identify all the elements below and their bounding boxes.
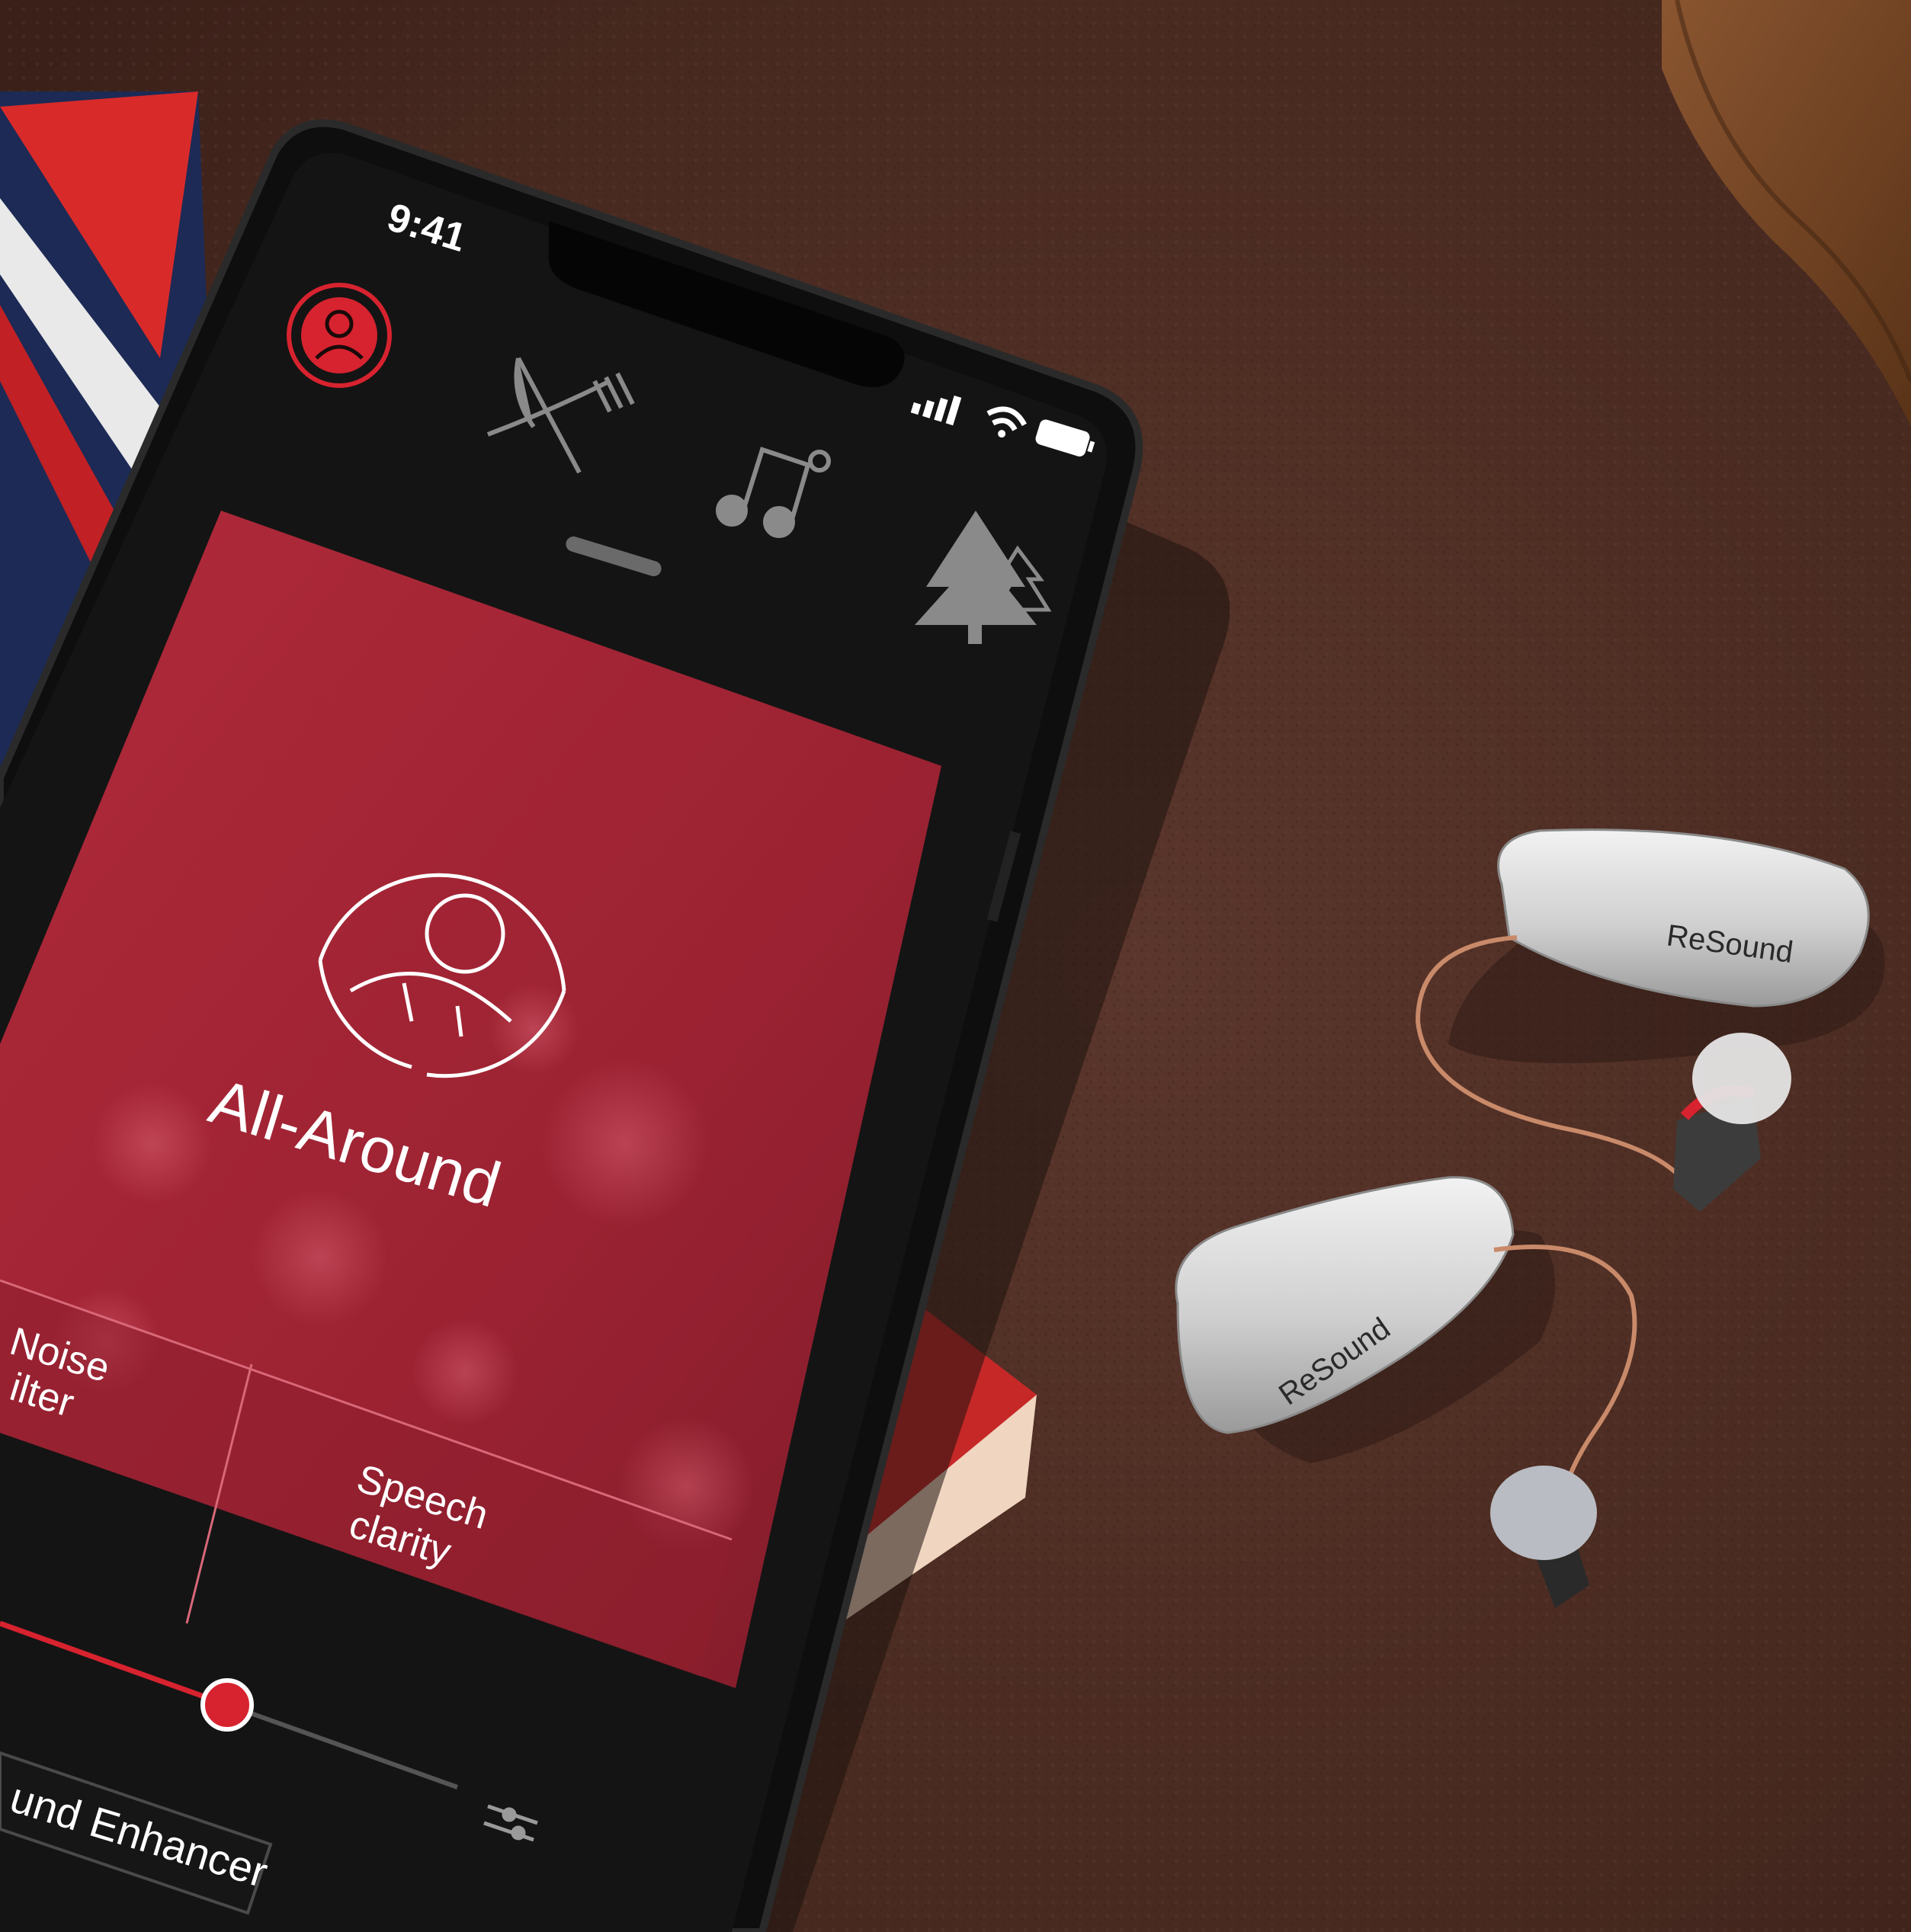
ear-dome-right [1692, 1033, 1791, 1124]
slider-thumb[interactable] [200, 1678, 254, 1732]
tab-all-around[interactable] [287, 283, 392, 388]
ear-dome-left [1490, 1466, 1597, 1560]
photo-scene: 9:41 All-Around Noise ilter Speech clari… [0, 0, 1911, 1932]
